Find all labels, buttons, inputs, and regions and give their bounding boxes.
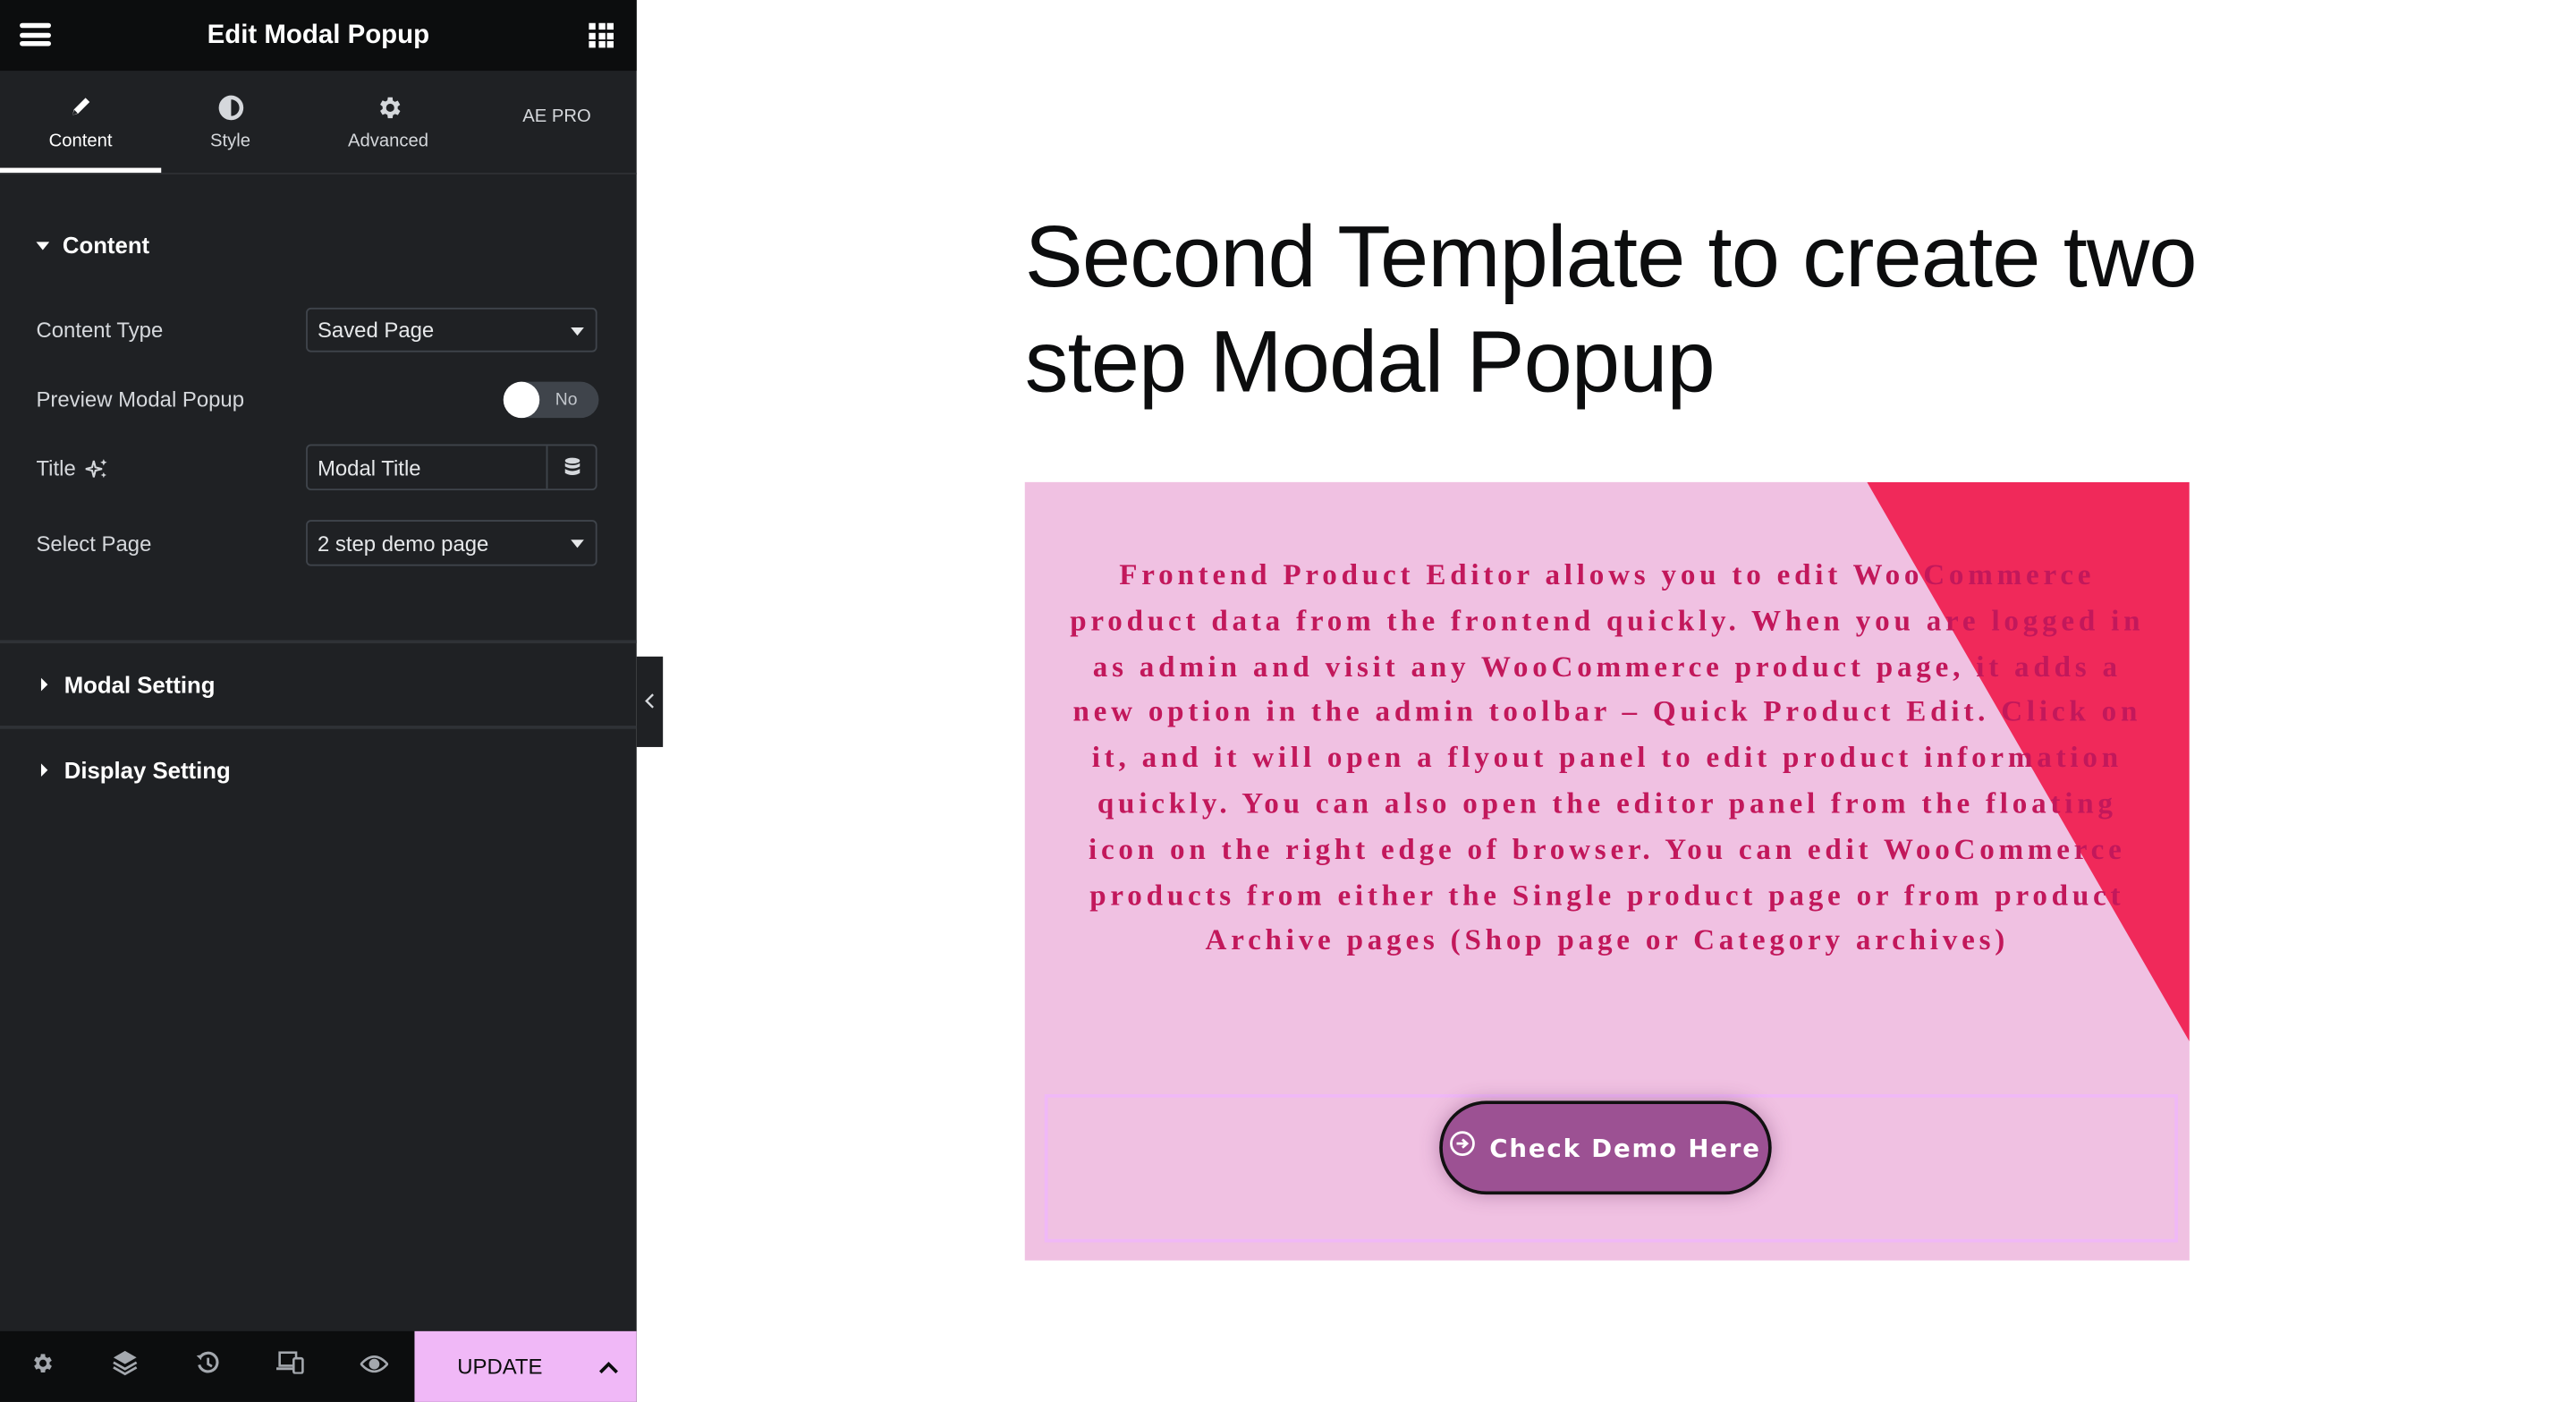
tab-ae-pro-label: AE PRO xyxy=(522,106,591,127)
toggle-knob xyxy=(503,381,540,419)
arrow-circle-right-icon xyxy=(1450,1130,1476,1165)
hamburger-menu-icon[interactable] xyxy=(20,22,52,47)
title-label-row: Title xyxy=(36,455,108,480)
select-page-label: Select Page xyxy=(36,531,152,557)
page-heading: Second Template to create two step Modal… xyxy=(1024,208,2198,412)
section-modal-setting-label: Modal Setting xyxy=(64,671,216,698)
tab-content[interactable]: Content xyxy=(0,71,162,174)
section-display-setting-label: Display Setting xyxy=(64,756,231,784)
tab-advanced-label: Advanced xyxy=(348,132,429,152)
update-button-label: UPDATE xyxy=(457,1354,543,1380)
gear-icon xyxy=(374,92,402,122)
history-icon xyxy=(195,1350,220,1383)
toggle-state-label: No xyxy=(555,389,578,410)
layers-icon xyxy=(112,1349,138,1384)
tab-ae-pro[interactable]: AE PRO xyxy=(477,71,636,173)
responsive-mode-button[interactable] xyxy=(250,1331,333,1402)
settings-button[interactable] xyxy=(0,1331,83,1402)
chevron-left-icon xyxy=(645,687,655,717)
ai-sparkle-icon[interactable] xyxy=(85,456,109,480)
select-page-dropdown[interactable]: 2 step demo page xyxy=(306,520,597,566)
pencil-icon xyxy=(67,92,93,122)
apps-grid-icon[interactable] xyxy=(589,22,614,48)
title-label: Title xyxy=(36,455,76,481)
panel-tabs: Content Style Advanced AE PRO xyxy=(0,71,637,174)
title-input[interactable]: Modal Title xyxy=(306,444,597,491)
caret-right-icon xyxy=(40,677,48,692)
eye-icon xyxy=(359,1352,389,1381)
select-page-value: 2 step demo page xyxy=(317,531,489,556)
editor-panel: Edit Modal Popup Content Style Advanced … xyxy=(0,0,637,1402)
preview-modal-label: Preview Modal Popup xyxy=(36,387,245,412)
section-content-toggle[interactable]: Content xyxy=(36,232,150,259)
tab-style[interactable]: Style xyxy=(161,71,299,173)
title-input-value[interactable]: Modal Title xyxy=(308,446,548,489)
dynamic-tags-database-icon[interactable] xyxy=(547,446,595,489)
caret-down-icon xyxy=(36,241,50,250)
panel-header: Edit Modal Popup xyxy=(0,0,637,72)
content-type-select[interactable]: Saved Page xyxy=(306,307,597,353)
gear-icon xyxy=(30,1350,55,1383)
check-demo-button[interactable]: Check Demo Here xyxy=(1439,1100,1772,1195)
section-modal-setting-toggle[interactable]: Modal Setting xyxy=(36,671,216,698)
tab-style-label: Style xyxy=(209,132,250,152)
half-circle-icon xyxy=(216,92,244,122)
tab-advanced[interactable]: Advanced xyxy=(300,71,478,173)
content-box: Frontend Product Editor allows you to ed… xyxy=(1024,481,2190,1261)
history-button[interactable] xyxy=(166,1331,250,1402)
dropdown-arrow-icon xyxy=(571,327,584,336)
content-type-label: Content Type xyxy=(36,317,164,343)
dropdown-arrow-icon xyxy=(571,540,584,548)
panel-title: Edit Modal Popup xyxy=(207,20,430,49)
description-text: Frontend Product Editor allows you to ed… xyxy=(1070,557,2145,957)
update-button[interactable]: UPDATE xyxy=(414,1330,637,1402)
section-content-label: Content xyxy=(62,232,150,259)
collapse-panel-button[interactable] xyxy=(636,656,664,747)
content-type-value: Saved Page xyxy=(317,317,435,343)
chevron-up-icon[interactable] xyxy=(580,1331,637,1402)
section-divider xyxy=(0,640,637,644)
caret-right-icon xyxy=(40,763,48,777)
preview-modal-toggle[interactable]: No xyxy=(503,381,599,419)
section-display-setting-toggle[interactable]: Display Setting xyxy=(36,756,231,784)
navigator-button[interactable] xyxy=(83,1331,166,1402)
check-demo-button-label: Check Demo Here xyxy=(1489,1133,1761,1163)
devices-icon xyxy=(276,1351,305,1382)
panel-footer: UPDATE xyxy=(0,1330,637,1402)
section-divider xyxy=(0,726,637,729)
tab-content-label: Content xyxy=(48,132,113,152)
preview-button[interactable] xyxy=(332,1331,415,1402)
